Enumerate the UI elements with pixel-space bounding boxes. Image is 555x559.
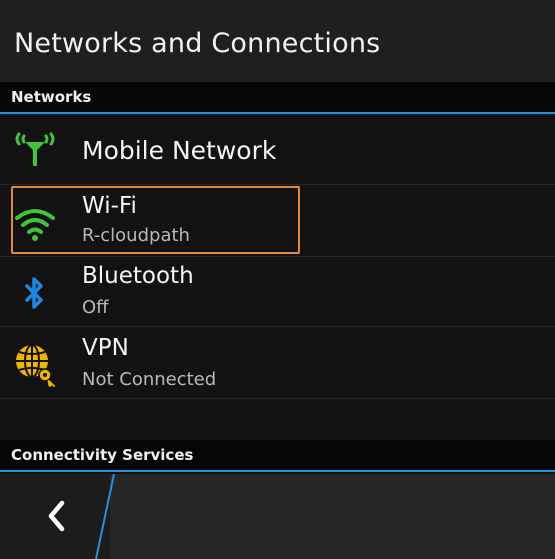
section-header-networks: Networks [0,82,555,114]
globe-key-icon [10,339,60,389]
page-title: Networks and Connections [14,28,381,59]
list-item-label: Wi-Fi [82,193,137,219]
section-header-label: Connectivity Services [11,446,194,464]
action-bar [0,474,555,559]
chevron-left-icon [48,500,65,532]
list-item-label: VPN [82,335,129,361]
list-spacer [0,399,555,440]
bluetooth-icon [10,269,60,319]
list-item-label: Mobile Network [82,136,277,165]
antenna-icon [10,124,60,174]
list-item-wifi[interactable]: Wi-Fi R-cloudpath [0,185,555,257]
list-item-subtitle: Not Connected [82,369,217,390]
action-bar-divider [95,474,115,559]
wifi-icon [10,198,60,248]
list-item-vpn[interactable]: VPN Not Connected [0,327,555,399]
list-item-subtitle: Off [82,297,109,318]
section-header-connectivity: Connectivity Services [0,440,555,472]
list-item-subtitle: R-cloudpath [82,225,190,246]
section-header-label: Networks [11,88,92,106]
list-item-mobile-network[interactable]: Mobile Network [0,114,555,185]
list-item-bluetooth[interactable]: Bluetooth Off [0,257,555,327]
list-item-label: Bluetooth [82,263,194,289]
title-bar: Networks and Connections [0,0,555,82]
screen: Networks and Connections Networks Mobile… [0,0,555,559]
